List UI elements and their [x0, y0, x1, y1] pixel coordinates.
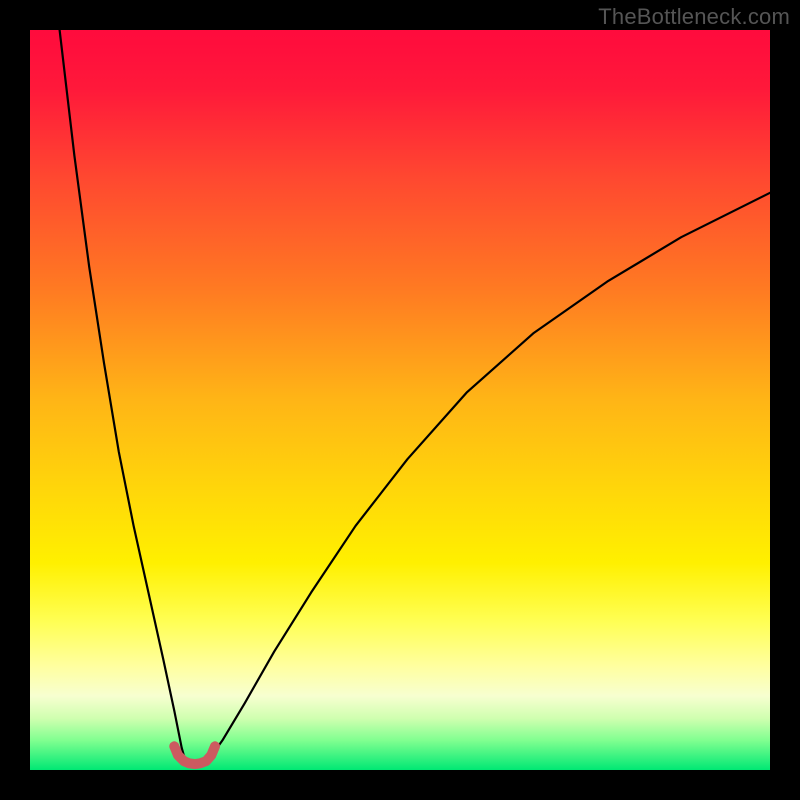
- plot-area: [30, 30, 770, 770]
- gradient-background: [30, 30, 770, 770]
- watermark-text: TheBottleneck.com: [598, 4, 790, 30]
- chart-frame: TheBottleneck.com: [0, 0, 800, 800]
